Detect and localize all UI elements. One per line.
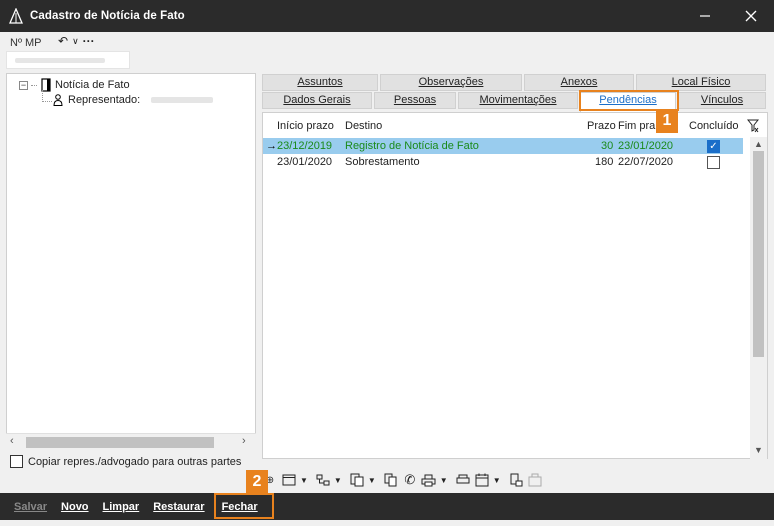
col-prazo[interactable]: Prazo (587, 120, 616, 132)
copy-representative-option[interactable]: Copiar repres./advogado para outras part… (10, 455, 241, 468)
dropdown-caret-icon[interactable]: ▼ (368, 476, 376, 485)
dropdown-caret-icon[interactable]: ▼ (300, 476, 308, 485)
app-logo-icon (9, 8, 23, 24)
person-icon (53, 94, 63, 106)
col-destino[interactable]: Destino (345, 120, 382, 132)
tab-anexos[interactable]: Anexos (524, 74, 634, 91)
tab-vinculos[interactable]: Vínculos (678, 92, 766, 109)
tab-observacoes[interactable]: Observações (380, 74, 522, 91)
more-icon[interactable]: ··· (83, 34, 95, 48)
cell-fim: 23/01/2020 (618, 140, 674, 152)
restore-button[interactable]: Restaurar (153, 501, 204, 513)
print-icon[interactable] (421, 472, 437, 488)
grid-header: Início prazo Destino Prazo Fim pra Concl… (263, 117, 769, 135)
concluido-checkbox[interactable] (707, 156, 720, 169)
new-button[interactable]: Novo (61, 501, 89, 513)
table-row[interactable]: → 23/12/2019 Registro de Notícia de Fato… (263, 138, 743, 154)
mp-number-field[interactable] (6, 51, 130, 69)
hierarchy-icon[interactable] (315, 472, 331, 488)
phone-icon[interactable]: ✆ (402, 472, 418, 488)
footer-bar: Salvar Novo Limpar Restaurar Fechar (0, 493, 774, 520)
scroll-left-icon[interactable]: ‹ (10, 435, 14, 447)
grid-vertical-scrollbar[interactable]: ▲ ▼ (750, 137, 767, 459)
save-button[interactable]: Salvar (14, 501, 47, 513)
cell-prazo: 30 (601, 140, 614, 152)
clear-button[interactable]: Limpar (103, 501, 140, 513)
calendar-icon[interactable] (474, 472, 490, 488)
redacted-value (15, 58, 105, 63)
tab-movimentacoes[interactable]: Movimentações (458, 92, 578, 109)
minimize-button[interactable] (682, 0, 728, 32)
mp-label: Nº MP (10, 37, 42, 49)
title-bar: Cadastro de Notícia de Fato (0, 0, 774, 32)
chevron-down-icon[interactable]: ∨ (72, 36, 79, 47)
scroll-right-icon[interactable]: › (242, 435, 246, 447)
undo-icon[interactable]: ↶ (58, 34, 68, 48)
lock-document-icon[interactable] (508, 472, 524, 488)
tab-pessoas[interactable]: Pessoas (374, 92, 456, 109)
tab-assuntos[interactable]: Assuntos (262, 74, 378, 91)
callout-badge-2: 2 (246, 470, 268, 494)
cell-prazo: 180 (595, 156, 614, 168)
cell-fim: 22/07/2020 (618, 156, 674, 168)
tree-child-node[interactable]: Representado: (53, 94, 214, 106)
cell-inicio: 23/01/2020 (277, 156, 333, 168)
action-toolbar: ⊕ ▼ ▼ ▼ ✆ ▼ ▼ (262, 470, 543, 490)
col-concluido[interactable]: Concluído (689, 120, 739, 132)
dropdown-caret-icon[interactable]: ▼ (440, 476, 448, 485)
table-row[interactable]: 23/01/2020 Sobrestamento 180 22/07/2020 (263, 154, 743, 170)
tree-root-label: Notícia de Fato (55, 79, 130, 91)
filter-icon[interactable] (747, 119, 759, 133)
tree-horizontal-scrollbar[interactable]: ‹ › (6, 433, 256, 450)
dropdown-caret-icon[interactable]: ▼ (334, 476, 342, 485)
redacted-value (151, 97, 214, 103)
mp-row: Nº MP (10, 37, 42, 49)
collapse-icon[interactable]: − (19, 80, 28, 90)
close-icon (745, 10, 757, 22)
documents-icon[interactable] (349, 472, 365, 488)
scroll-thumb[interactable] (753, 151, 764, 357)
cell-destino: Sobrestamento (345, 156, 420, 168)
tab-local-fisico[interactable]: Local Físico (636, 74, 766, 91)
dropdown-caret-icon[interactable]: ▼ (493, 476, 501, 485)
row-pointer-icon: → (266, 140, 277, 152)
col-fim-prazo[interactable]: Fim pra (618, 120, 655, 132)
minimize-icon (700, 15, 710, 17)
copy-checkbox[interactable] (10, 455, 23, 468)
cell-destino: Registro de Notícia de Fato (345, 140, 479, 152)
highlight-pendencias-tab (579, 90, 679, 111)
close-button[interactable] (728, 0, 774, 32)
highlight-fechar-button (214, 493, 274, 519)
copy-label: Copiar repres./advogado para outras part… (28, 455, 242, 468)
tree-root-node[interactable]: − Notícia de Fato (19, 78, 130, 92)
scroll-up-icon[interactable]: ▲ (754, 139, 763, 149)
printer-icon[interactable] (455, 472, 471, 488)
col-inicio-prazo[interactable]: Início prazo (277, 120, 334, 132)
concluido-checkbox[interactable]: ✓ (707, 140, 720, 153)
tree-child-label: Representado: (68, 94, 141, 106)
mp-tools: ↶ ∨ ··· (58, 34, 95, 48)
pendencias-grid: Início prazo Destino Prazo Fim pra Concl… (262, 112, 768, 459)
tab-dados-gerais[interactable]: Dados Gerais (262, 92, 372, 109)
tree-panel: − Notícia de Fato Representado: (6, 73, 256, 450)
window-title: Cadastro de Notícia de Fato (30, 10, 185, 22)
disabled-action-icon (527, 472, 543, 488)
cell-inicio: 23/12/2019 (277, 140, 333, 152)
window-icon[interactable] (281, 472, 297, 488)
tab-strip: Assuntos Observações Anexos Local Físico… (262, 74, 768, 112)
callout-badge-1: 1 (656, 109, 678, 133)
copy-icon[interactable] (383, 472, 399, 488)
scroll-down-icon[interactable]: ▼ (754, 445, 763, 455)
scroll-thumb[interactable] (26, 437, 214, 448)
